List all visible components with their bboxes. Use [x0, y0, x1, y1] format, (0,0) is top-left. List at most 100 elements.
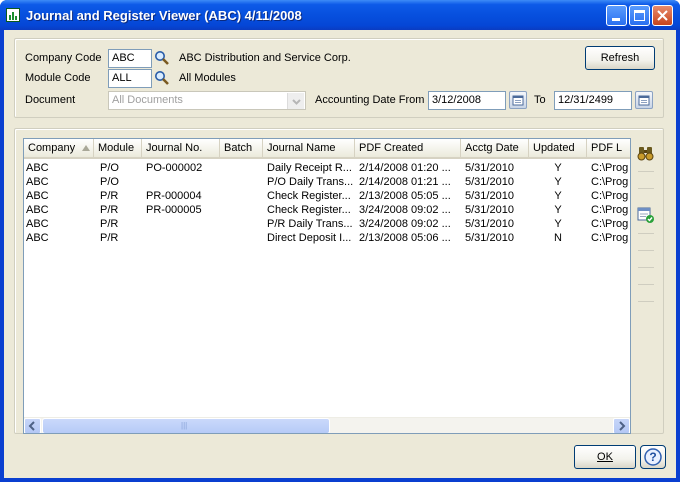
cell-journal-name: Direct Deposit I...	[267, 232, 352, 244]
cell-updated: Y	[554, 204, 562, 216]
cell-company: ABC	[26, 218, 49, 230]
table-row[interactable]: ABC P/R P/R Daily Trans... 3/24/2008 09:02 …	[24, 217, 630, 231]
cell-company: ABC	[26, 176, 49, 188]
calendar-icon	[638, 95, 650, 106]
cell-acctg-date: 5/31/2010	[465, 176, 514, 188]
title-bar[interactable]: Journal and Register Viewer (ABC) 4/11/2…	[0, 0, 680, 30]
table-row[interactable]: ABC P/R PR-000005 Check Register... 3/24/200…	[24, 203, 630, 217]
toolbar-separator	[638, 233, 654, 234]
document-select[interactable]: All Documents	[108, 91, 306, 110]
ok-button-label: OK	[597, 451, 613, 463]
company-lookup-icon[interactable]	[154, 50, 170, 66]
cell-module: P/R	[100, 190, 119, 202]
col-header-company[interactable]: Company	[24, 139, 94, 157]
toolbar-separator	[638, 301, 654, 302]
help-button[interactable]: ?	[640, 445, 666, 469]
cell-pdf-created: 2/13/2008 05:06 ...	[359, 232, 451, 244]
view-report-button[interactable]	[636, 206, 656, 224]
date-from-label: Accounting Date From	[315, 94, 425, 106]
cell-module: P/R	[100, 204, 119, 216]
toolbar-separator	[638, 188, 654, 189]
refresh-button[interactable]: Refresh	[585, 46, 655, 70]
minimize-button[interactable]	[606, 5, 627, 26]
col-header-pdf-created[interactable]: PDF Created	[355, 139, 461, 157]
grid-header: Company Module Journal No. Batch Journal…	[24, 139, 630, 159]
cell-acctg-date: 5/31/2010	[465, 162, 514, 174]
cell-pdf-location: C:\Prog	[591, 176, 629, 188]
maximize-button[interactable]	[629, 5, 650, 26]
col-header-acctg-date[interactable]: Acctg Date	[461, 139, 529, 157]
cell-pdf-location: C:\Prog	[591, 204, 629, 216]
chevron-down-icon	[292, 99, 301, 105]
cell-batch	[220, 175, 263, 189]
toolbar-separator	[638, 284, 654, 285]
ok-button[interactable]: OK	[574, 445, 636, 469]
scroll-left-button[interactable]	[24, 418, 41, 433]
scroll-right-button[interactable]	[613, 418, 630, 433]
document-label: Document	[25, 94, 76, 106]
module-code-field[interactable]: ALL	[108, 69, 152, 88]
cell-journal-name: Check Register...	[267, 190, 351, 202]
cell-batch	[220, 161, 263, 175]
cell-acctg-date: 5/31/2010	[465, 204, 514, 216]
cell-journal-no: PO-000002	[146, 162, 203, 174]
document-dropdown-button[interactable]	[287, 93, 304, 109]
close-button[interactable]	[652, 5, 673, 26]
table-row[interactable]: ABC P/O PO-000002 Daily Receipt R... 2/14/20…	[24, 161, 630, 175]
cell-pdf-created: 2/14/2008 01:21 ...	[359, 176, 451, 188]
cell-module: P/R	[100, 218, 119, 230]
cell-updated: N	[554, 232, 562, 244]
cell-company: ABC	[26, 232, 49, 244]
cell-pdf-created: 3/24/2008 09:02 ...	[359, 204, 451, 216]
cell-pdf-created: 3/24/2008 09:02 ...	[359, 218, 451, 230]
cell-company: ABC	[26, 162, 49, 174]
journal-register-viewer-window: Journal and Register Viewer (ABC) 4/11/2…	[0, 0, 680, 482]
close-icon	[657, 10, 668, 21]
cell-acctg-date: 5/31/2010	[465, 190, 514, 202]
maximize-icon	[634, 10, 645, 21]
date-from-calendar-button[interactable]	[509, 91, 527, 109]
table-row[interactable]: ABC P/O P/O Daily Trans... 2/14/2008 01:21 …	[24, 175, 630, 189]
col-header-pdf-location[interactable]: PDF L	[587, 139, 630, 157]
cell-updated: Y	[554, 176, 562, 188]
journal-grid[interactable]: Company Module Journal No. Batch Journal…	[23, 138, 631, 434]
module-lookup-icon[interactable]	[154, 70, 170, 86]
report-check-icon	[637, 207, 654, 223]
company-code-field[interactable]: ABC	[108, 49, 152, 68]
toolbar-separator	[638, 250, 654, 251]
col-header-batch[interactable]: Batch	[220, 139, 263, 157]
col-header-module[interactable]: Module	[94, 139, 142, 157]
cell-acctg-date: 5/31/2010	[465, 232, 514, 244]
scroll-thumb[interactable]: |||	[42, 418, 330, 433]
module-code-label: Module Code	[25, 72, 91, 84]
app-icon	[6, 8, 20, 22]
cell-journal-no	[142, 175, 220, 189]
col-header-journal-name[interactable]: Journal Name	[263, 139, 355, 157]
col-header-updated[interactable]: Updated	[529, 139, 587, 157]
cell-journal-name: P/R Daily Trans...	[267, 218, 353, 230]
refresh-button-label: Refresh	[600, 52, 640, 64]
cell-module: P/R	[100, 232, 119, 244]
find-button[interactable]	[636, 144, 656, 162]
cell-batch	[220, 217, 263, 231]
toolbar-separator	[638, 171, 654, 172]
cell-pdf-created: 2/13/2008 05:05 ...	[359, 190, 451, 202]
date-to-field[interactable]: 12/31/2499	[554, 91, 632, 110]
col-header-journal-no[interactable]: Journal No.	[142, 139, 220, 157]
cell-pdf-created: 2/14/2008 01:20 ...	[359, 162, 451, 174]
dialog-client-area: Company Code ABC ABC Distribution and Se…	[4, 30, 676, 478]
chevron-right-icon	[619, 421, 626, 431]
minimize-icon	[612, 18, 620, 21]
table-row[interactable]: ABC P/R Direct Deposit I... 2/13/2008 05:06…	[24, 231, 630, 245]
date-to-calendar-button[interactable]	[635, 91, 653, 109]
date-from-field[interactable]: 3/12/2008	[428, 91, 506, 110]
cell-journal-no: PR-000005	[146, 204, 202, 216]
help-button-label: ?	[649, 450, 657, 464]
binoculars-icon	[637, 147, 654, 161]
table-row[interactable]: ABC P/R PR-000004 Check Register... 2/13/200…	[24, 189, 630, 203]
horizontal-scrollbar[interactable]: |||	[24, 417, 630, 433]
company-name-text: ABC Distribution and Service Corp.	[179, 52, 351, 64]
cell-batch	[220, 203, 263, 217]
cell-journal-no	[142, 231, 220, 245]
cell-journal-name: Check Register...	[267, 204, 351, 216]
